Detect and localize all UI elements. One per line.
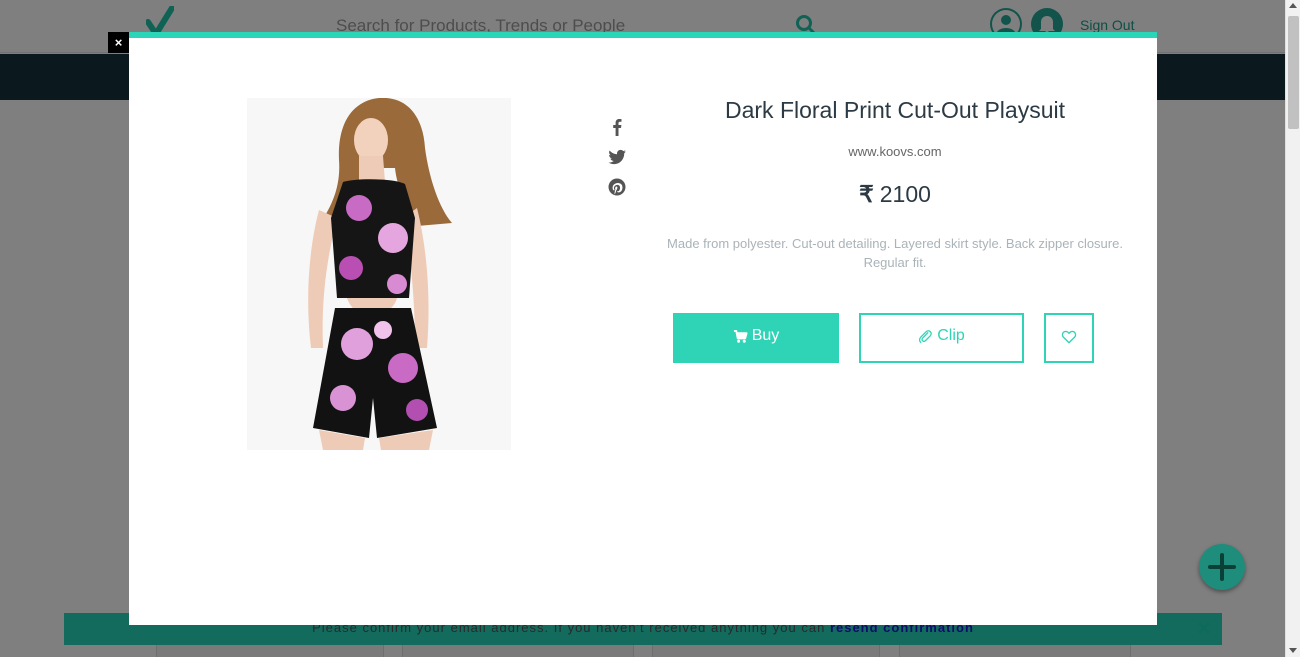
scroll-down-arrow-icon[interactable]	[1289, 648, 1297, 653]
paperclip-icon	[919, 329, 933, 343]
scrollbar-thumb[interactable]	[1288, 16, 1299, 129]
product-info: Dark Floral Print Cut-Out Playsuit www.k…	[659, 88, 1131, 272]
plus-icon	[1208, 553, 1236, 581]
twitter-icon[interactable]	[606, 146, 628, 168]
product-description: Made from polyester. Cut-out detailing. …	[667, 236, 1123, 270]
modal-close-button[interactable]: ×	[108, 32, 129, 53]
buy-button[interactable]: Buy	[673, 313, 839, 363]
store-url[interactable]: www.koovs.com	[659, 144, 1131, 159]
cart-icon	[733, 329, 748, 343]
clip-label: Clip	[937, 327, 965, 345]
product-title: Dark Floral Print Cut-Out Playsuit	[725, 97, 1065, 123]
product-price: ₹2100	[659, 181, 1131, 208]
pinterest-icon[interactable]	[606, 176, 628, 198]
close-icon[interactable]	[1196, 620, 1212, 636]
add-button[interactable]	[1199, 544, 1245, 590]
heart-icon	[1061, 330, 1077, 343]
buy-label: Buy	[751, 327, 780, 345]
product-image[interactable]	[247, 98, 511, 450]
product-modal: Dark Floral Print Cut-Out Playsuit www.k…	[129, 32, 1157, 625]
wishlist-button[interactable]	[1044, 313, 1094, 363]
rupee-icon: ₹	[859, 181, 874, 207]
price-value: 2100	[879, 181, 931, 207]
product-actions: Buy Clip	[673, 313, 1113, 363]
share-icons	[606, 116, 628, 206]
clip-button[interactable]: Clip	[859, 313, 1024, 363]
page-scrollbar[interactable]	[1285, 0, 1300, 657]
facebook-icon[interactable]	[606, 116, 628, 138]
scroll-up-arrow-icon[interactable]	[1289, 3, 1297, 8]
